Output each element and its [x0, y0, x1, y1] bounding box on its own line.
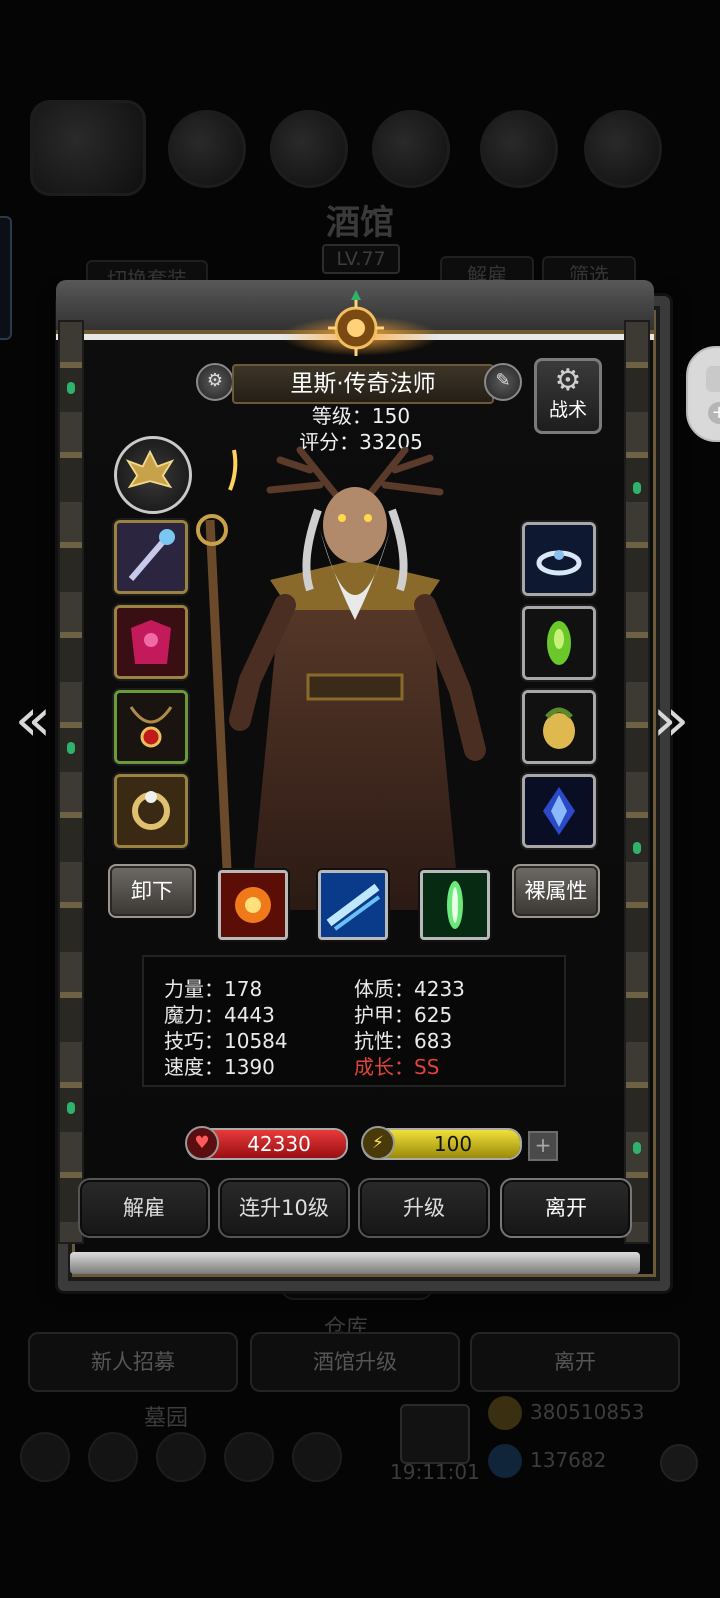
lantern-icon — [525, 693, 593, 761]
side-tab[interactable] — [0, 216, 12, 340]
amulet-icon — [117, 693, 185, 761]
armor-slot[interactable] — [114, 605, 188, 679]
dismiss-button[interactable]: 解雇 — [78, 1178, 210, 1238]
heart-icon: ♥ — [185, 1126, 219, 1160]
leave-button[interactable]: 离开 — [500, 1178, 632, 1238]
gold-amount: 380510853 — [530, 1400, 645, 1424]
base-attributes-button[interactable]: 裸属性 — [512, 864, 600, 918]
ring-icon — [117, 777, 185, 845]
green-gem-icon — [525, 609, 593, 677]
gear-small-icon: ⚙ — [206, 370, 224, 391]
add-energy-button[interactable]: + — [528, 1131, 558, 1161]
stat-armor: 护甲：625 — [354, 1003, 453, 1027]
ring-slot[interactable] — [114, 774, 188, 848]
nav-icon — [292, 1432, 342, 1482]
bubble-square-icon — [706, 366, 720, 392]
stats-panel: 力量：178 魔力：4443 技巧：10584 速度：1390 体质：4233 … — [142, 955, 566, 1087]
level-up-button[interactable]: 升级 — [358, 1178, 490, 1238]
unequip-button[interactable]: 卸下 — [108, 864, 196, 918]
recruit-button[interactable]: 新人招募 — [28, 1332, 238, 1392]
helmet-slot[interactable] — [522, 522, 596, 596]
skill-slot-3[interactable] — [420, 870, 490, 940]
crown-icon — [525, 525, 593, 593]
level-up-10-button[interactable]: 连升10级 — [218, 1178, 350, 1238]
bg-bottom-icons — [20, 1432, 350, 1482]
skill-slot-2[interactable] — [318, 870, 388, 940]
tavern-level: LV.77 — [322, 244, 400, 274]
gift-icon — [400, 1404, 470, 1464]
background-top-icons — [0, 100, 720, 200]
gear-icon: ⚙ — [554, 363, 582, 398]
nav-icon — [156, 1432, 206, 1482]
menu-icon — [480, 110, 558, 188]
skill-slot-1[interactable] — [218, 870, 288, 940]
cemetery-label: 墓园 — [144, 1406, 189, 1431]
tavern-title: 酒馆 — [326, 203, 394, 243]
stat-magic: 魔力：4443 — [164, 1003, 275, 1027]
frame-bottom-edge — [70, 1252, 640, 1274]
sun-emblem-icon — [328, 290, 384, 356]
gem-icon — [488, 1444, 522, 1478]
stat-constitution: 体质：4233 — [354, 977, 465, 1001]
nav-icon — [224, 1432, 274, 1482]
frame-right-pillar — [624, 320, 650, 1244]
lightning-icon: ⚡ — [361, 1126, 395, 1160]
growth-value: SS — [414, 1055, 440, 1079]
tactics-label: 战术 — [548, 399, 587, 421]
next-hero-arrow-icon[interactable]: » — [646, 680, 696, 760]
rename-button[interactable]: ✎ — [484, 363, 522, 401]
bg-clock: 19:11:01 — [390, 1460, 480, 1484]
stat-growth: 成长：SS — [354, 1051, 439, 1080]
menu-icon — [372, 110, 450, 188]
hero-info-button[interactable]: ⚙ — [196, 363, 234, 401]
edit-pencil-icon: ✎ — [495, 370, 511, 391]
hero-name: 里斯·传奇法师 — [232, 364, 494, 404]
nav-icon — [20, 1432, 70, 1482]
class-badge[interactable] — [114, 436, 192, 514]
armor-icon — [117, 608, 185, 676]
portrait-icon — [30, 100, 146, 196]
boots-slot[interactable] — [522, 774, 596, 848]
nature-beam-icon — [423, 873, 487, 937]
tavern-upgrade-button[interactable]: 酒馆升级 — [250, 1332, 460, 1392]
bubble-plus-icon[interactable]: + — [708, 402, 720, 424]
nav-icon — [88, 1432, 138, 1482]
gloves-slot[interactable] — [522, 606, 596, 680]
tavern-leave-button[interactable]: 离开 — [470, 1332, 680, 1392]
gem-amount: 137682 — [530, 1448, 607, 1472]
belt-slot[interactable] — [522, 690, 596, 764]
growth-label: 成长： — [354, 1055, 414, 1079]
stat-speed: 速度：1390 — [164, 1055, 275, 1079]
settings-icon — [660, 1444, 698, 1482]
crystal-icon — [525, 777, 593, 845]
fire-explosion-icon — [221, 873, 285, 937]
frame-left-pillar — [58, 320, 84, 1244]
stat-skill: 技巧：10584 — [164, 1029, 288, 1053]
weapon-slot[interactable] — [114, 520, 188, 594]
staff-weapon-icon — [117, 523, 185, 591]
tactics-button[interactable]: ⚙ 战术 — [534, 358, 602, 434]
hero-level: 等级：150 — [311, 404, 411, 428]
amulet-slot[interactable] — [114, 690, 188, 764]
previous-hero-arrow-icon[interactable]: « — [8, 680, 58, 760]
stat-resistance: 抗性：683 — [354, 1029, 453, 1053]
floating-assistant-bubble[interactable]: + — [686, 346, 720, 442]
gold-coin-icon — [488, 1396, 522, 1430]
phoenix-icon — [125, 449, 175, 489]
stat-strength: 力量：178 — [164, 977, 263, 1001]
ice-slash-icon — [321, 873, 385, 937]
menu-icon — [270, 110, 348, 188]
menu-icon — [584, 110, 662, 188]
menu-icon — [168, 110, 246, 188]
